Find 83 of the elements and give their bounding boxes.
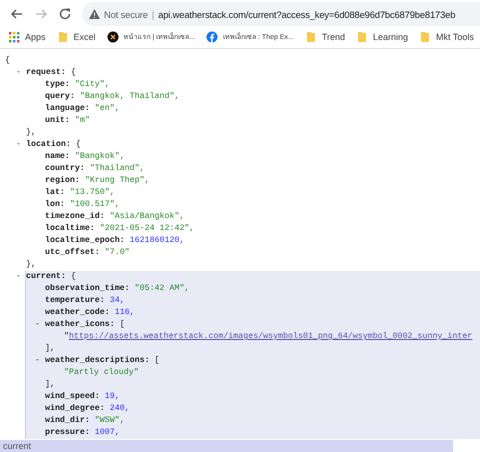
json-key: language: (45, 104, 90, 113)
json-key: region: (45, 176, 80, 185)
url-text: api.weatherstack.com/current?access_key=6d088e96d7bc6879be8173eb (158, 8, 456, 20)
json-key: weather_icons: (45, 320, 115, 329)
bookmark[interactable]: Trend (304, 30, 346, 42)
separator: | (152, 8, 154, 20)
close-bracket: }, (26, 128, 36, 137)
json-key: observation_time: (45, 284, 130, 293)
json-key: country: (45, 164, 85, 173)
close-bracket: ], (45, 380, 55, 389)
json-value: 34, (110, 296, 125, 305)
bookmark[interactable]: Apps (8, 30, 46, 42)
json-value: "Bangkok, Thailand", (80, 92, 180, 101)
json-value: 19, (104, 392, 120, 401)
json-key: weather_descriptions: (45, 356, 150, 365)
json-key: unit: (45, 116, 70, 125)
collapse-toggle[interactable]: - (16, 139, 26, 271)
json-key: pressure: (45, 428, 90, 437)
site-icon (106, 30, 119, 42)
json-key: request: (26, 68, 66, 77)
json-value: "100.517", (70, 200, 120, 209)
json-key: current: (26, 272, 66, 281)
json-key: name: (45, 152, 70, 161)
url-link[interactable]: https://assets.weatherstack.com/images/wsymbols01_png_64/wsymbol_0002_sunny_inter (68, 332, 472, 341)
json-key: temperature: (45, 296, 105, 305)
open-bracket: { (70, 272, 76, 281)
json-value: "City", (74, 80, 110, 89)
json-value: "en", (94, 104, 120, 113)
json-key: utc_offset: (45, 248, 100, 257)
json-value: 116, (114, 308, 135, 317)
open-bracket: { (76, 140, 81, 149)
json-key: localtime_epoch: (45, 236, 125, 245)
json-value: "05:42 AM", (134, 284, 190, 293)
folder-icon (56, 30, 69, 42)
json-key: timezone_id: (45, 212, 105, 221)
bookmark[interactable]: Excel (56, 30, 96, 42)
json-value: "Asia/Bangkok", (110, 212, 184, 221)
collapse-toggle[interactable]: - (35, 319, 45, 355)
apps-grid-icon (8, 30, 20, 42)
bookmark[interactable]: Mkt Tools (419, 30, 474, 42)
collapse-toggle[interactable]: - (16, 67, 26, 139)
open-bracket: [ (120, 320, 125, 329)
json-value: "Partly cloudy" (64, 368, 139, 377)
open-bracket: { (5, 56, 10, 65)
folder-icon (419, 30, 432, 42)
bookmark[interactable]: Learning (356, 30, 408, 42)
address-bar[interactable]: Not secure | api.weatherstack.com/current?access_key=6d088e96d7bc6879be8173eb (82, 2, 480, 26)
json-value: 1621860120, (130, 236, 184, 245)
quote-mark: " (64, 332, 69, 341)
collapse-toggle[interactable]: - (16, 271, 26, 439)
json-key: lat: (45, 188, 65, 197)
warning-icon (89, 9, 100, 19)
folder-icon (356, 30, 368, 42)
back-icon[interactable] (10, 7, 24, 21)
json-value: "WSW", (94, 416, 125, 425)
facebook-icon (206, 30, 218, 42)
json-key: query: (45, 92, 75, 101)
folder-icon (304, 30, 317, 42)
json-key: weather_code: (45, 308, 110, 317)
close-bracket: ], (45, 344, 55, 353)
json-key: type: (45, 80, 70, 89)
json-value: "m" (74, 116, 90, 125)
json-key: location: (26, 140, 71, 149)
json-key: wind_degree: (45, 404, 105, 413)
open-bracket: { (70, 68, 76, 77)
collapse-toggle[interactable]: - (35, 355, 45, 391)
json-key: lon: (45, 200, 65, 209)
json-value: "Bangkok", (74, 152, 125, 161)
open-bracket: [ (154, 356, 160, 365)
json-value: "7.0" (104, 248, 130, 257)
reload-icon[interactable] (58, 7, 72, 21)
json-value: "Thailand", (90, 164, 145, 173)
json-value: 1007, (94, 428, 120, 437)
json-value: "13.750", (70, 188, 115, 197)
json-value: "2021-05-24 12:42", (100, 224, 194, 233)
json-key: wind_speed: (45, 392, 100, 401)
json-value: "Krung Thep", (84, 176, 150, 185)
security-label: Not secure (104, 8, 148, 20)
json-key: localtime: (45, 224, 95, 233)
json-key: wind_dir: (45, 416, 90, 425)
status-bar: current (0, 440, 453, 452)
json-value: 240, (110, 404, 130, 413)
close-bracket: }, (26, 260, 36, 269)
